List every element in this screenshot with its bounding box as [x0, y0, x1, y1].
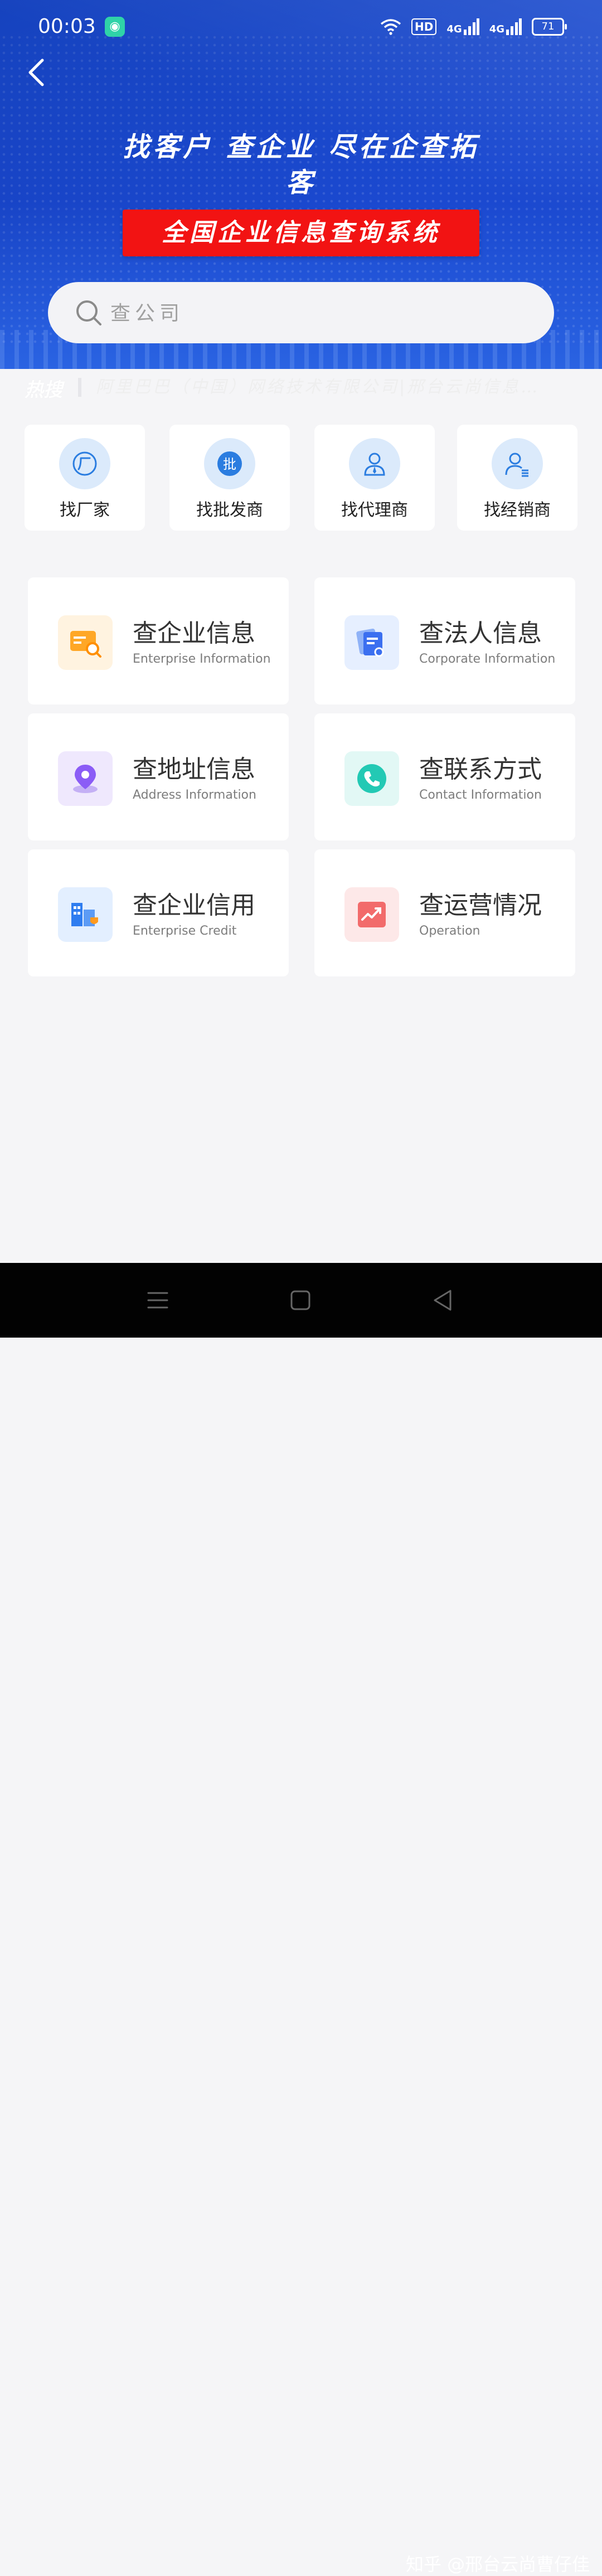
- hot-search-label: 热搜: [25, 379, 62, 401]
- feature-title: 查联系方式: [419, 755, 542, 784]
- feature-corporate-info[interactable]: 查法人信息 Corporate Information: [314, 577, 575, 704]
- hot-search-row[interactable]: 热搜 阿里巴巴（中国）网络技术有限公司|邢台云尚信息…: [0, 369, 602, 406]
- network-type-2: 4G: [489, 23, 504, 35]
- wholesale-icon: 批: [204, 438, 255, 489]
- search-input[interactable]: [109, 297, 502, 330]
- quick-link-dealer[interactable]: 找经销商: [457, 425, 577, 531]
- back-triangle-icon[interactable]: [429, 1286, 457, 1314]
- quick-link-label: 找批发商: [196, 500, 263, 520]
- feature-operation[interactable]: 查运营情况 Operation: [314, 849, 575, 976]
- corporate-docs-icon: [344, 615, 399, 670]
- status-indicators: HD 4G 4G 71: [380, 16, 567, 38]
- feature-subtitle: Enterprise Credit: [133, 924, 237, 938]
- notification-app-icon: ◉: [105, 17, 125, 37]
- quick-links: 找厂家 批 找批发商 找代理商 找经销商: [0, 425, 602, 531]
- system-navigation-bar: 知乎 @邢台云尚曹仔佳: [0, 1263, 602, 2575]
- location-pin-icon: [58, 751, 113, 806]
- signal-4g-2: 4G: [489, 18, 522, 35]
- enterprise-card-icon: [58, 615, 113, 670]
- chevron-left-icon: [28, 59, 44, 86]
- feature-subtitle: Contact Information: [419, 788, 542, 802]
- svg-text:批: 批: [223, 456, 236, 472]
- hd-badge: HD: [411, 18, 437, 35]
- signal-icon: [506, 18, 522, 35]
- signal-icon: [463, 18, 479, 35]
- factory-icon: [59, 438, 110, 489]
- network-type-1: 4G: [446, 23, 462, 35]
- trend-chart-icon: [344, 887, 399, 942]
- battery-indicator: 71: [532, 18, 567, 36]
- building-credit-icon: [58, 887, 113, 942]
- home-icon[interactable]: [287, 1286, 314, 1314]
- feature-title: 查法人信息: [419, 619, 542, 648]
- hero-banner: 00:03 ◉ HD 4G 4G 71 找客户 查企业 尽在企查拓客 全国企业信…: [0, 0, 602, 369]
- quick-link-factory[interactable]: 找厂家: [25, 425, 145, 531]
- status-time: 00:03: [38, 15, 96, 38]
- watermark: 知乎 @邢台云尚曹仔佳: [406, 2554, 590, 2575]
- feature-title: 查地址信息: [133, 755, 255, 784]
- feature-title: 查企业信息: [133, 619, 255, 648]
- feature-address-info[interactable]: 查地址信息 Address Information: [28, 713, 289, 840]
- quick-link-label: 找经销商: [484, 500, 551, 520]
- feature-contact-info[interactable]: 查联系方式 Contact Information: [314, 713, 575, 840]
- quick-link-label: 找代理商: [341, 500, 408, 520]
- agent-icon: [349, 438, 400, 489]
- feature-subtitle: Address Information: [133, 788, 256, 802]
- feature-title: 查企业信用: [133, 891, 255, 920]
- signal-4g-1: 4G: [446, 18, 479, 35]
- dealer-icon: [492, 438, 543, 489]
- wifi-icon: [380, 19, 401, 35]
- system-title-banner: 全国企业信息查询系统: [123, 210, 479, 256]
- back-button[interactable]: [26, 56, 59, 89]
- feature-subtitle: Corporate Information: [419, 652, 556, 666]
- quick-link-label: 找厂家: [60, 500, 110, 520]
- feature-title: 查运营情况: [419, 891, 542, 920]
- status-bar: 00:03 ◉ HD 4G 4G 71: [0, 0, 602, 54]
- feature-subtitle: Enterprise Information: [133, 652, 271, 666]
- search-bar[interactable]: [48, 282, 554, 343]
- hot-search-text[interactable]: 阿里巴巴（中国）网络技术有限公司|邢台云尚信息…: [96, 376, 564, 399]
- quick-link-wholesale[interactable]: 批 找批发商: [169, 425, 290, 531]
- search-icon: [76, 300, 101, 325]
- feature-enterprise-info[interactable]: 查企业信息 Enterprise Information: [28, 577, 289, 704]
- hero-headline: 找客户 查企业 尽在企查拓客: [123, 132, 479, 198]
- divider: [78, 378, 81, 397]
- feature-enterprise-credit[interactable]: 查企业信用 Enterprise Credit: [28, 849, 289, 976]
- quick-link-agent[interactable]: 找代理商: [314, 425, 435, 531]
- phone-icon: [344, 751, 399, 806]
- menu-icon[interactable]: [144, 1286, 172, 1314]
- feature-subtitle: Operation: [419, 924, 480, 938]
